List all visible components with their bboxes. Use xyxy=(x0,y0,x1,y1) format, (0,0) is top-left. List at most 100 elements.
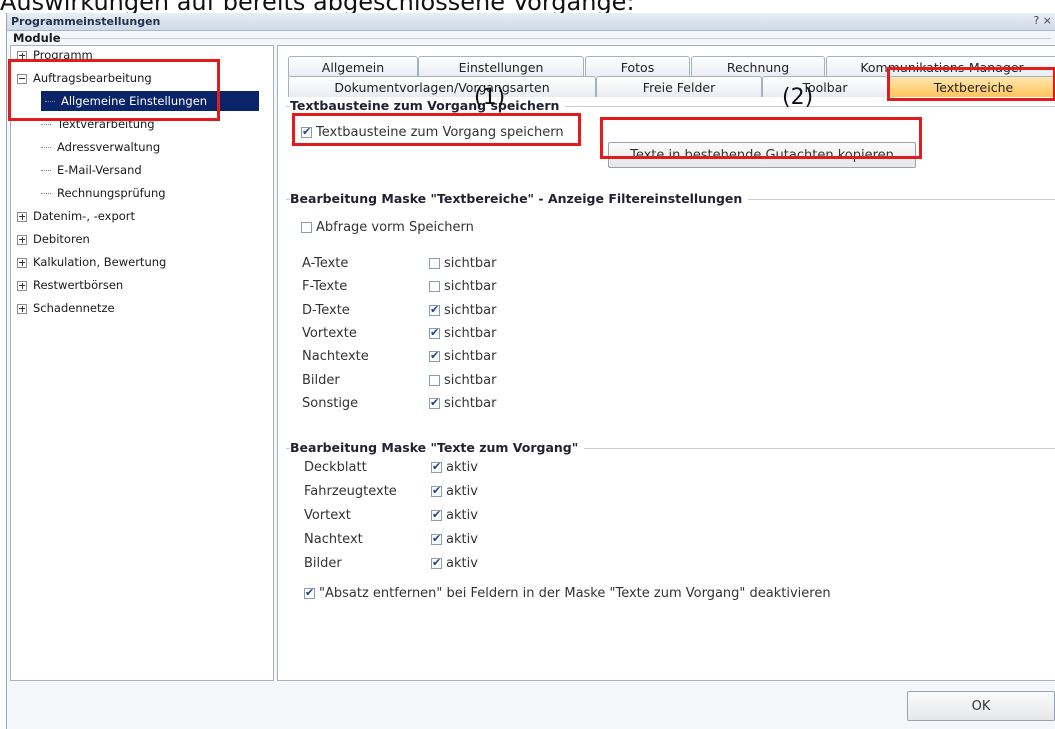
row-label: Nachtext xyxy=(304,532,363,547)
checkbox-icon[interactable] xyxy=(429,374,440,386)
tab[interactable]: Fotos xyxy=(585,56,690,77)
row-checkbox[interactable]: aktiv xyxy=(431,484,478,499)
row-label: F-Texte xyxy=(302,279,348,295)
checkbox-label: aktiv xyxy=(446,508,478,523)
checkbox-label: sichtbar xyxy=(444,325,497,341)
row-checkbox[interactable]: aktiv xyxy=(431,556,478,571)
tree-item-label: Rechnungsprüfung xyxy=(57,186,166,200)
row-label: Bilder xyxy=(304,556,342,571)
row-label: Nachtexte xyxy=(302,349,369,365)
highlight-tree xyxy=(8,59,220,121)
expand-icon[interactable] xyxy=(17,257,27,268)
annotation-1: (1) xyxy=(474,85,506,110)
checkbox-icon[interactable] xyxy=(429,258,440,269)
tree-item-label: Restwertbörsen xyxy=(33,278,124,292)
row-checkbox[interactable]: sichtbar xyxy=(429,373,496,388)
module-tree: Programm Auftragsbearbeitung Allgemeine Ei… xyxy=(10,45,274,681)
row-label: Vortext xyxy=(304,508,351,523)
expand-icon[interactable] xyxy=(17,211,27,222)
expand-icon[interactable] xyxy=(17,234,27,245)
group2-title: Bearbeitung Maske "Textbereiche" - Anzei… xyxy=(290,191,749,206)
checkbox-icon[interactable] xyxy=(429,281,440,293)
row-label: Vortexte xyxy=(302,325,357,341)
checkbox-label: aktiv xyxy=(446,556,478,571)
checkbox-icon[interactable] xyxy=(304,586,315,599)
expand-icon[interactable] xyxy=(17,280,27,291)
checkbox-label: aktiv xyxy=(446,460,478,475)
row-checkbox[interactable]: sichtbar xyxy=(429,349,496,364)
row-checkbox[interactable]: aktiv xyxy=(431,508,478,523)
row-checkbox[interactable]: sichtbar xyxy=(429,279,496,294)
ok-button[interactable]: OK xyxy=(907,691,1055,721)
tree-item-label: Adressverwaltung xyxy=(57,140,161,154)
tree-connector xyxy=(41,124,51,125)
tree-item[interactable]: Adressverwaltung xyxy=(41,137,160,157)
checkbox-icon[interactable] xyxy=(431,508,442,521)
module-divider xyxy=(61,38,1051,39)
checkbox-icon[interactable] xyxy=(431,484,442,497)
highlight-checkbox xyxy=(292,113,581,146)
group3-title: Bearbeitung Maske "Texte zum Vorgang" xyxy=(290,440,585,455)
checkbox-label: aktiv xyxy=(446,532,478,547)
row-checkbox[interactable]: aktiv xyxy=(431,460,478,475)
checkbox-label: sichtbar xyxy=(444,395,497,411)
checkbox-label: sichtbar xyxy=(444,256,497,271)
row-checkbox[interactable]: sichtbar xyxy=(429,256,496,271)
tree-item-label: Datenim-, -export xyxy=(33,209,136,223)
expand-icon[interactable] xyxy=(17,303,27,314)
checkbox-label: sichtbar xyxy=(444,302,497,318)
tree-item[interactable]: Rechnungsprüfung xyxy=(41,183,166,203)
tab[interactable]: Toolbar xyxy=(762,76,888,97)
checkbox-icon[interactable] xyxy=(429,326,440,339)
tree-item-label: Debitoren xyxy=(33,232,90,246)
settings-window: Programmeinstellungen ? × Module Program… xyxy=(6,13,1055,729)
checkbox-icon[interactable] xyxy=(429,349,440,363)
checkbox-label: sichtbar xyxy=(444,372,497,388)
row-checkbox[interactable]: sichtbar xyxy=(429,326,496,341)
highlight-tab xyxy=(887,67,1055,101)
row-label: Deckblatt xyxy=(304,460,367,475)
tab[interactable]: Allgemein xyxy=(288,56,418,77)
row-label: Sonstige xyxy=(302,395,359,411)
tree-item[interactable]: E-Mail-Versand xyxy=(41,160,142,180)
row-checkbox[interactable]: sichtbar xyxy=(429,303,496,318)
row-checkbox[interactable]: sichtbar xyxy=(429,396,496,411)
tree-item-label: E-Mail-Versand xyxy=(57,163,142,177)
checkbox-icon[interactable] xyxy=(429,303,440,316)
checkbox-icon[interactable] xyxy=(431,532,442,545)
tab[interactable]: Rechnung xyxy=(691,56,825,77)
tree-item[interactable]: Restwertbörsen xyxy=(17,275,123,295)
checkbox-label: sichtbar xyxy=(444,349,497,365)
absatz-checkbox[interactable]: "Absatz entfernen" bei Feldern in der Ma… xyxy=(304,586,831,601)
tab[interactable]: Dokumentvorlagen/Vorgangsarten xyxy=(288,76,596,97)
checkbox-icon[interactable] xyxy=(429,396,440,409)
tree-item-label: Schadennetze xyxy=(33,301,115,315)
tree-item[interactable]: Debitoren xyxy=(17,229,90,249)
tree-item[interactable]: Kalkulation, Bewertung xyxy=(17,252,166,272)
tab[interactable]: Einstellungen xyxy=(418,56,584,77)
help-close-icon[interactable]: ? × xyxy=(1033,14,1052,27)
row-checkbox[interactable]: aktiv xyxy=(431,532,478,547)
row-label: Fahrzeugtexte xyxy=(304,484,397,499)
window-title: Programmeinstellungen xyxy=(11,15,161,28)
checkbox-label: aktiv xyxy=(446,484,478,499)
checkbox-icon[interactable] xyxy=(431,556,442,569)
checkbox-label: sichtbar xyxy=(444,279,497,295)
absatz-label: "Absatz entfernen" bei Feldern in der Ma… xyxy=(319,586,831,601)
tab[interactable]: Freie Felder xyxy=(596,76,762,97)
annotation-2: (2) xyxy=(782,85,814,110)
tree-connector xyxy=(41,193,51,194)
tree-item[interactable]: Datenim-, -export xyxy=(17,206,135,226)
tree-connector xyxy=(41,147,51,148)
tree-item[interactable]: Schadennetze xyxy=(17,298,115,318)
module-label: Module xyxy=(13,31,61,45)
window-titlebar: Programmeinstellungen ? × xyxy=(7,13,1055,31)
highlight-button xyxy=(600,117,922,159)
abfrage-checkbox[interactable]: Abfrage vorm Speichern xyxy=(301,220,474,235)
checkbox-icon[interactable] xyxy=(301,222,312,233)
tree-connector xyxy=(41,170,51,171)
row-label: Bilder xyxy=(302,372,340,388)
tree-item-label: Kalkulation, Bewertung xyxy=(33,255,167,269)
checkbox-icon[interactable] xyxy=(431,460,442,473)
row-label: D-Texte xyxy=(302,302,350,318)
